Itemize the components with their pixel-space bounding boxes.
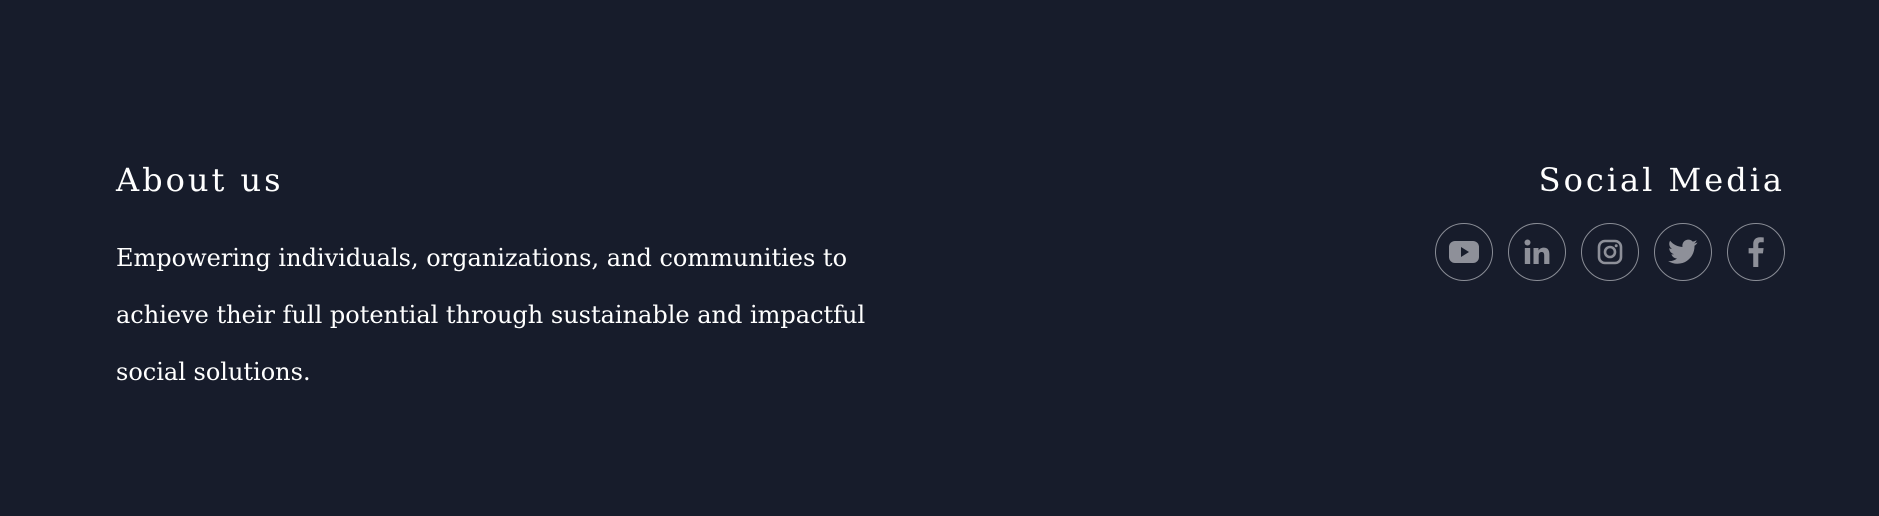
- about-section: About us Empowering individuals, organiz…: [116, 158, 936, 401]
- footer: About us Empowering individuals, organiz…: [0, 0, 1879, 516]
- instagram-link[interactable]: [1581, 223, 1639, 281]
- twitter-icon: [1668, 239, 1698, 264]
- social-icons: [1435, 223, 1785, 281]
- twitter-link[interactable]: [1654, 223, 1712, 281]
- instagram-icon: [1597, 239, 1623, 265]
- linkedin-link[interactable]: [1508, 223, 1566, 281]
- social-media-section: Social Media: [1435, 158, 1785, 281]
- about-heading: About us: [116, 161, 284, 199]
- about-description: Empowering individuals, organizations, a…: [116, 244, 866, 386]
- linkedin-icon: [1524, 239, 1550, 264]
- facebook-link[interactable]: [1727, 223, 1785, 281]
- facebook-icon: [1748, 237, 1764, 267]
- youtube-icon: [1449, 241, 1479, 263]
- social-media-heading: Social Media: [1538, 161, 1785, 199]
- youtube-link[interactable]: [1435, 223, 1493, 281]
